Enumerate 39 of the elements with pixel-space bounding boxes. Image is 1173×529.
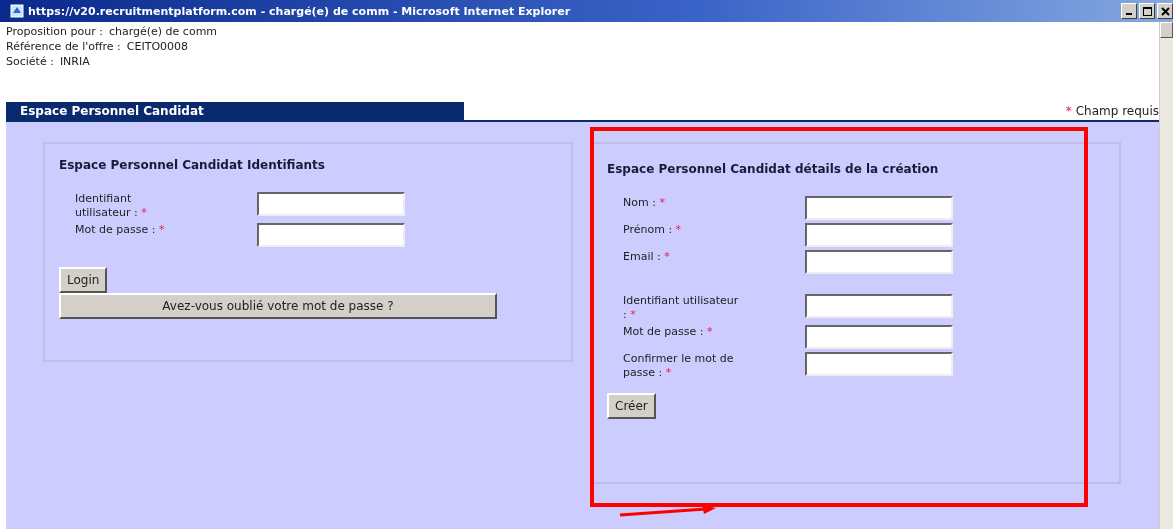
info-label: Référence de l'offre : bbox=[6, 39, 121, 54]
scrollbar[interactable] bbox=[1159, 22, 1173, 529]
input-field[interactable] bbox=[257, 223, 405, 247]
browser-icon bbox=[10, 4, 24, 18]
create-button[interactable]: Créer bbox=[607, 393, 656, 419]
input-field[interactable] bbox=[805, 223, 953, 247]
required-legend: Champ requis bbox=[1075, 104, 1159, 118]
panel-title: Espace Personnel Candidat détails de la création bbox=[607, 162, 940, 176]
input-field[interactable] bbox=[805, 325, 953, 349]
login-button[interactable]: Login bbox=[59, 267, 108, 293]
maximize-icon bbox=[1142, 6, 1152, 16]
panel-title: Espace Personnel Candidat Identifiants bbox=[59, 158, 326, 172]
field-label: Mot de passe : * bbox=[623, 325, 713, 339]
field-label: Nom : * bbox=[623, 196, 665, 210]
info-value: chargé(e) de comm bbox=[108, 24, 218, 39]
window-title: https://v20.recruitmentplatform.com - chargé(e) de comm - Microsoft Internet Explorer bbox=[28, 4, 571, 18]
input-field[interactable] bbox=[257, 192, 405, 216]
close-button[interactable] bbox=[1157, 3, 1173, 19]
info-label: Proposition pour : bbox=[6, 24, 103, 39]
close-icon bbox=[1160, 6, 1170, 16]
field-label: Identifiant utilisateur : * bbox=[623, 294, 740, 322]
field-label: Confirmer le mot de passe : * bbox=[623, 352, 735, 380]
field-label: Mot de passe : * bbox=[75, 223, 165, 237]
input-field[interactable] bbox=[805, 352, 953, 376]
forgot-password-button[interactable]: Avez-vous oublié votre mot de passe ? bbox=[59, 293, 497, 319]
required-mark: * bbox=[1065, 104, 1072, 118]
minimize-icon bbox=[1126, 13, 1132, 15]
maximize-button[interactable] bbox=[1139, 3, 1155, 19]
input-field[interactable] bbox=[805, 250, 953, 274]
section-tab[interactable]: Espace Personnel Candidat bbox=[6, 102, 464, 120]
field-label: Email : * bbox=[623, 250, 670, 264]
input-field[interactable] bbox=[805, 196, 953, 220]
info-label: Société : bbox=[6, 54, 54, 69]
field-label: Identifiant utilisateur : * bbox=[75, 192, 148, 220]
field-label: Prénom : * bbox=[623, 223, 682, 237]
info-value: CEITO0008 bbox=[126, 39, 189, 54]
minimize-button[interactable] bbox=[1121, 3, 1137, 19]
info-value: INRIA bbox=[59, 54, 90, 69]
input-field[interactable] bbox=[805, 294, 953, 318]
